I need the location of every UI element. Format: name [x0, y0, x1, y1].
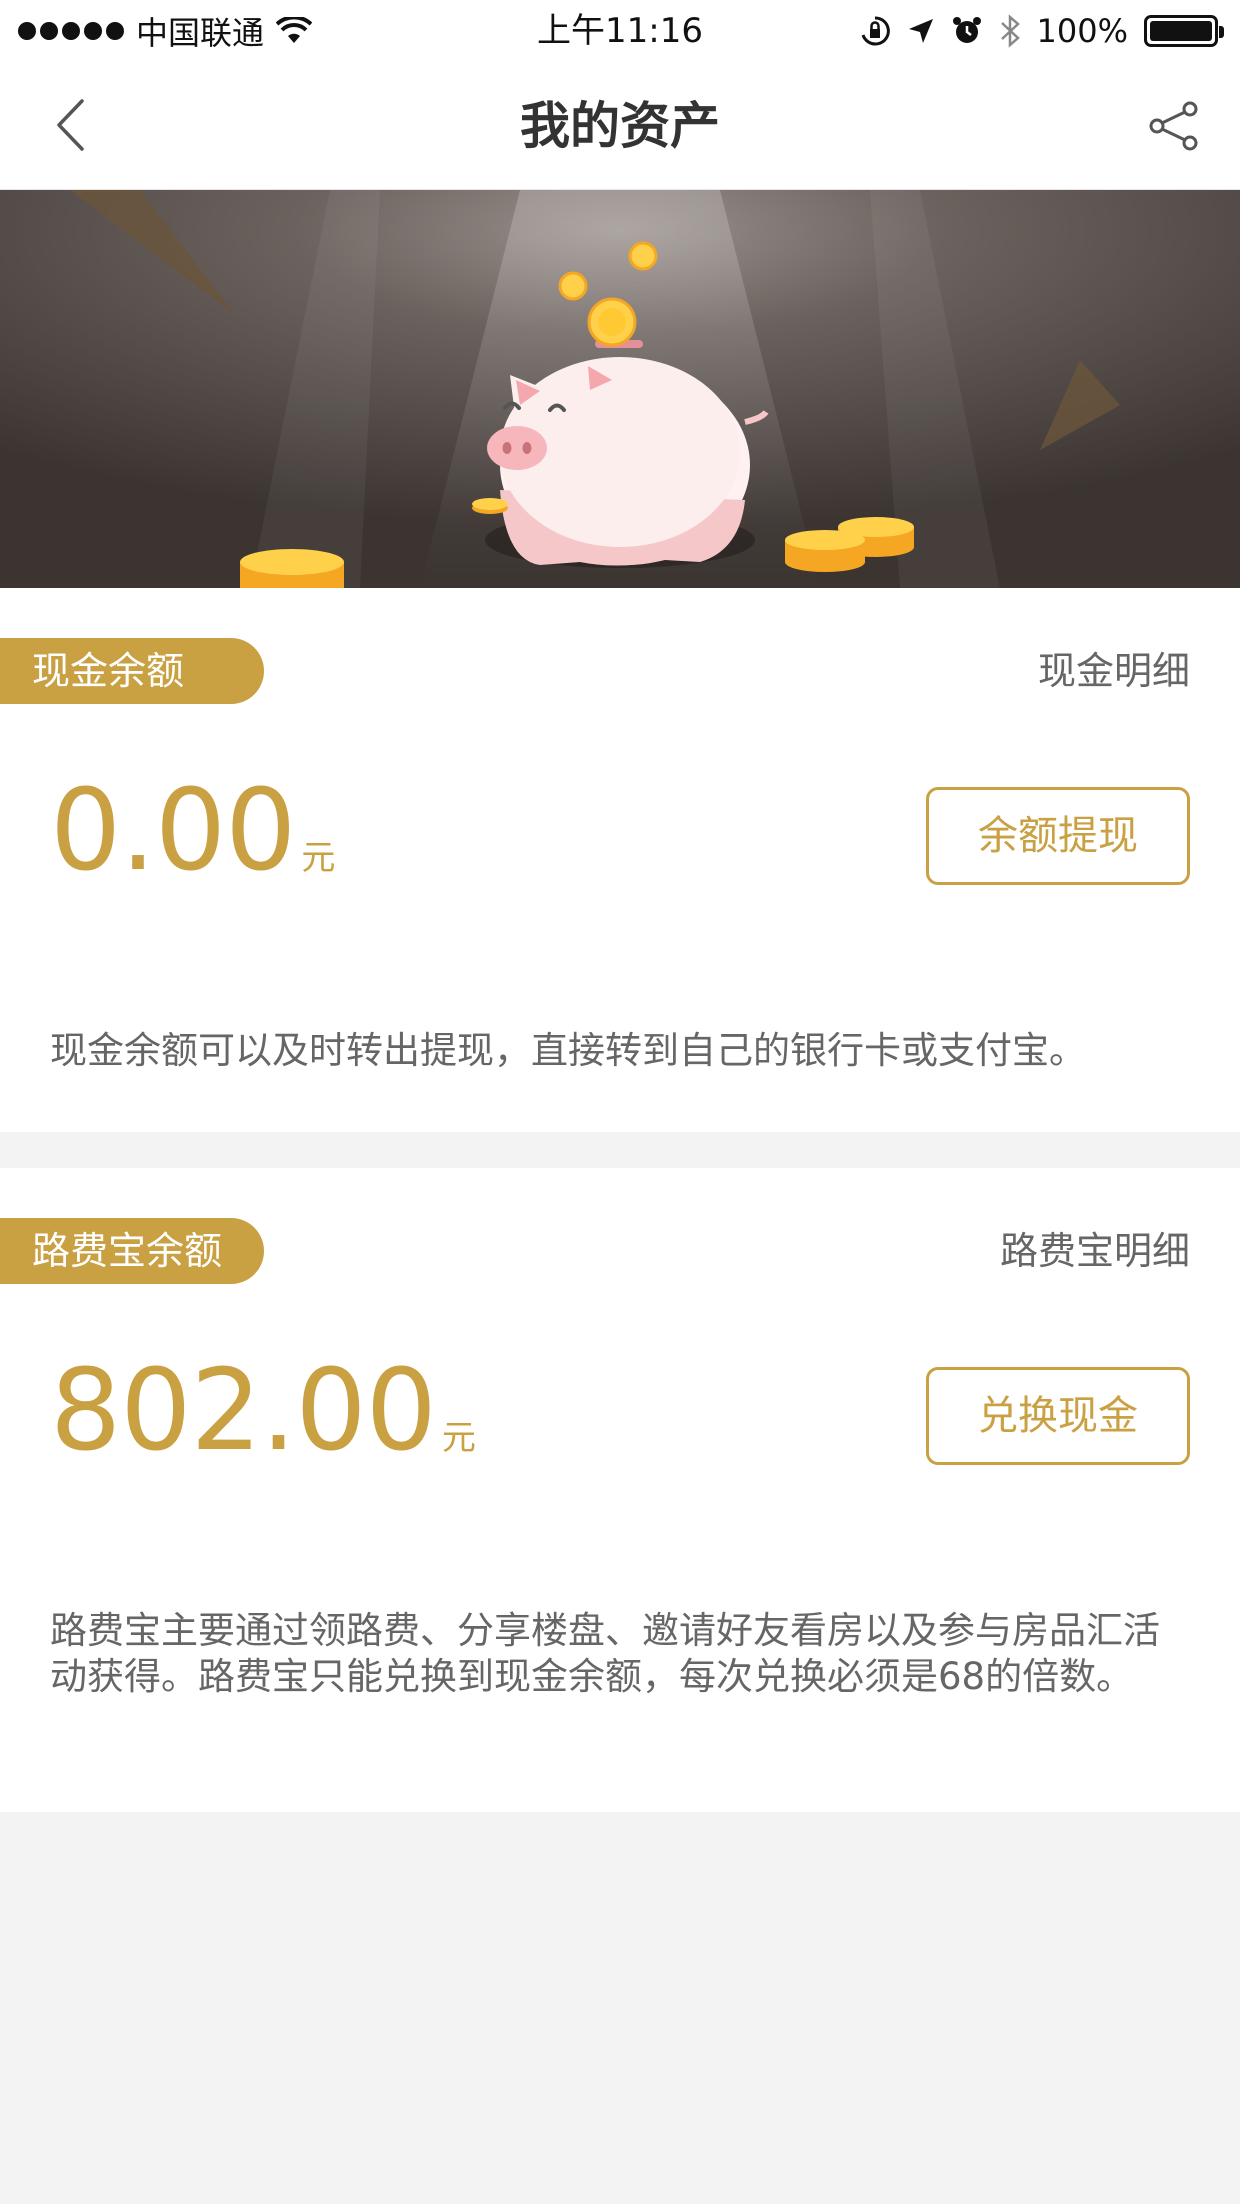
status-bar: 中国联通 上午11:16 100% — [0, 0, 1240, 62]
withdraw-button[interactable]: 余额提现 — [926, 787, 1190, 885]
lufeibao-balance-tag: 路费宝余额 — [0, 1218, 264, 1284]
cash-balance-tag: 现金余额 — [0, 638, 264, 704]
lufeibao-amount: 802.00 元 — [50, 1346, 476, 1476]
lufeibao-description: 路费宝主要通过领路费、分享楼盘、邀请好友看房以及参与房品汇活动获得。路费宝只能兑… — [50, 1609, 1160, 1698]
location-arrow-icon — [908, 19, 933, 43]
battery-percent: 100% — [1036, 12, 1128, 50]
nav-bar: 我的资产 — [0, 62, 1240, 190]
page-title: 我的资产 — [520, 97, 720, 155]
cash-description: 现金余额可以及时转出提现，直接转到自己的银行卡或支付宝。 — [50, 1029, 1086, 1072]
cash-amount: 0.00 元 — [50, 766, 335, 896]
cash-amount-unit: 元 — [301, 838, 336, 878]
piggy-bank-illustration — [0, 190, 1240, 588]
lufeibao-amount-value: 802.00 — [50, 1346, 437, 1476]
battery-icon — [1144, 15, 1224, 47]
alarm-icon — [952, 17, 981, 43]
status-right: 100% — [859, 8, 1224, 54]
exchange-cash-button[interactable]: 兑换现金 — [926, 1367, 1190, 1465]
cash-amount-value: 0.00 — [50, 766, 296, 896]
bluetooth-icon — [1000, 14, 1020, 48]
lufeibao-amount-unit: 元 — [441, 1418, 476, 1458]
share-button[interactable] — [1144, 96, 1204, 156]
cash-balance-card: 现金余额 现金明细 0.00 元 余额提现 现金余额可以及时转出提现，直接转到自… — [0, 588, 1240, 1132]
banner — [0, 190, 1240, 588]
lufeibao-balance-card: 路费宝余额 路费宝明细 802.00 元 兑换现金 路费宝主要通过领路费、分享楼… — [0, 1168, 1240, 1812]
cash-detail-link[interactable]: 现金明细 — [1038, 638, 1190, 704]
lufeibao-detail-link[interactable]: 路费宝明细 — [1000, 1218, 1190, 1284]
share-icon — [1149, 101, 1198, 151]
orientation-lock-icon — [861, 16, 890, 46]
